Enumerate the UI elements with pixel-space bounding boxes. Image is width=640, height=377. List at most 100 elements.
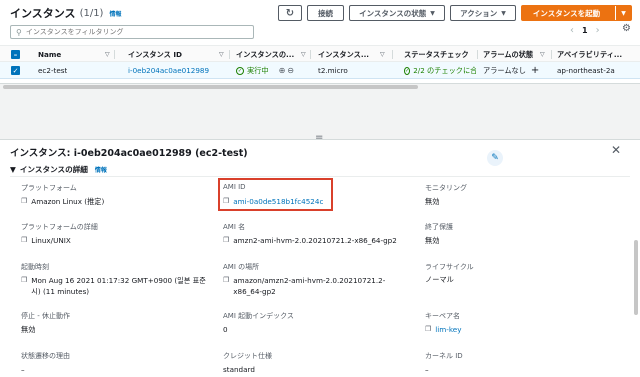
- row-az: ap-northeast-2a: [557, 66, 615, 75]
- next-page-icon[interactable]: ›: [596, 25, 600, 36]
- check-circle-icon: ✓: [404, 66, 411, 75]
- info-link[interactable]: 情報: [95, 165, 107, 174]
- label-state-transition: 状態遷移の理由: [21, 352, 70, 360]
- section-title: インスタンスの詳細: [19, 165, 88, 174]
- info-link[interactable]: 情報: [109, 9, 121, 18]
- title-row: インスタンス (1/1) 情報: [10, 5, 121, 21]
- label-stop-hibernate: 停止 - 休止動作: [21, 312, 70, 320]
- instance-state-button[interactable]: インスタンスの状態 ▼: [349, 5, 445, 21]
- row-status-check: ✓ 2/2 のチェックに合: [404, 62, 476, 79]
- column-header-az[interactable]: アベイラビリティ...: [557, 46, 637, 63]
- column-header-status-check[interactable]: ステータスチェック: [404, 46, 474, 63]
- copy-icon[interactable]: ❐: [21, 197, 27, 205]
- value-kernel-id: –: [425, 365, 429, 374]
- label-ami-launch-index: AMI 起動インデックス: [223, 312, 294, 320]
- row-name[interactable]: ec2-test: [38, 62, 67, 79]
- add-alarm-icon[interactable]: +: [531, 65, 539, 76]
- label-ami-location: AMI の場所: [223, 263, 260, 271]
- launch-dropdown-caret-icon[interactable]: ▼: [615, 6, 631, 20]
- instance-detail-panel: インスタンス: i-0eb204ac0ae012989 (ec2-test) ✕…: [0, 139, 640, 377]
- label-kernel-id: カーネル ID: [425, 352, 463, 360]
- sort-icon[interactable]: ▽: [219, 46, 224, 63]
- instance-state-label: インスタンスの状態: [359, 8, 427, 18]
- value-key-pair: ❐ lim-key: [425, 325, 461, 334]
- zoom-out-icon[interactable]: ⊖: [287, 66, 294, 75]
- sort-icon[interactable]: ▽: [540, 46, 545, 63]
- caret-down-icon: ▼: [501, 9, 506, 17]
- page-title: インスタンス: [10, 7, 76, 20]
- ami-id-highlight: [218, 178, 333, 211]
- value-text: Linux/UNIX: [31, 236, 71, 245]
- gear-icon[interactable]: ⚙: [622, 23, 631, 34]
- row-alarm-label: アラームなし: [483, 65, 526, 75]
- checkmark-icon: ✓: [11, 66, 20, 75]
- value-launch-time: ❐ Mon Aug 16 2021 01:17:32 GMT+0900 (일본 표…: [21, 275, 206, 297]
- scrollbar-thumb[interactable]: [634, 240, 638, 315]
- search-input[interactable]: [25, 28, 246, 36]
- column-header-alarm[interactable]: アラームの状態: [483, 46, 545, 63]
- label-lifecycle: ライフサイクル: [425, 263, 474, 271]
- row-state: ✓ 実行中 ⊕ ⊖: [236, 62, 294, 79]
- section-instance-details[interactable]: ▼ インスタンスの詳細 情報: [10, 164, 107, 175]
- value-platform: ❐ Amazon Linux (推定): [21, 197, 104, 207]
- refresh-button[interactable]: ↻: [278, 5, 302, 21]
- scrollbar-thumb[interactable]: [3, 85, 418, 89]
- close-icon[interactable]: ✕: [611, 143, 621, 157]
- zoom-in-icon[interactable]: ⊕: [279, 66, 286, 75]
- select-all-checkbox[interactable]: –: [11, 46, 20, 63]
- search-box[interactable]: ⚲: [10, 25, 254, 39]
- table-header: – Name ▽ インスタンス ID ▽ インスタンスの... ▽ インスタンス…: [0, 45, 640, 62]
- vertical-scrollbar[interactable]: [633, 170, 639, 377]
- current-page[interactable]: 1: [582, 26, 588, 35]
- value-ami-name: ❐ amzn2-ami-hvm-2.0.20210721.2-x86_64-gp2: [223, 236, 397, 245]
- row-type: t2.micro: [318, 66, 348, 75]
- pagination: ‹ 1 ›: [570, 25, 600, 36]
- prev-page-icon[interactable]: ‹: [570, 25, 574, 36]
- row-instance-id[interactable]: i-0eb204ac0ae012989: [128, 62, 209, 79]
- value-termination-protection: 無効: [425, 236, 440, 245]
- actions-button[interactable]: アクション ▼: [450, 5, 516, 21]
- row-checkbox[interactable]: ✓: [11, 62, 20, 79]
- sort-icon[interactable]: ▽: [380, 46, 385, 63]
- row-alarm: アラームなし +: [483, 62, 539, 79]
- value-credit-spec: standard: [223, 365, 255, 374]
- column-header-instance-state[interactable]: インスタンスの...: [236, 46, 300, 63]
- copy-icon[interactable]: ❐: [21, 275, 27, 286]
- edit-pencil-icon[interactable]: ✎: [487, 150, 503, 166]
- launch-instance-button[interactable]: インスタンスを起動 ▼: [521, 5, 632, 21]
- copy-icon[interactable]: ❐: [21, 236, 27, 244]
- value-ami-launch-index: 0: [223, 325, 228, 334]
- launch-label: インスタンスを起動: [532, 8, 601, 18]
- table-row[interactable]: ✓ ec2-test i-0eb204ac0ae012989 ✓ 実行中 ⊕ ⊖…: [0, 62, 640, 79]
- value-text: amzn2-ami-hvm-2.0.20210721.2-x86_64-gp2: [233, 236, 397, 245]
- horizontal-scrollbar[interactable]: [0, 84, 640, 90]
- label-monitoring: モニタリング: [425, 184, 467, 192]
- value-text: amazon/amzn2-ami-hvm-2.0.20210721.2-x86_…: [233, 276, 386, 296]
- key-pair-link[interactable]: lim-key: [435, 325, 461, 334]
- sort-icon[interactable]: ▽: [301, 46, 306, 63]
- actions-label: アクション: [460, 8, 498, 18]
- checkbox-minus-icon: –: [11, 50, 20, 59]
- value-text: Mon Aug 16 2021 01:17:32 GMT+0900 (일본 표준…: [31, 276, 206, 296]
- detail-title: インスタンス: i-0eb204ac0ae012989 (ec2-test): [10, 148, 248, 159]
- chevron-down-icon: ▼: [10, 165, 16, 174]
- value-state-transition: –: [21, 365, 25, 374]
- label-launch-time: 起動時刻: [21, 263, 49, 271]
- copy-icon[interactable]: ❐: [223, 275, 229, 286]
- value-stop-hibernate: 無効: [21, 325, 36, 334]
- check-circle-icon: ✓: [236, 66, 244, 75]
- copy-icon[interactable]: ❐: [223, 236, 229, 244]
- label-platform: プラットフォーム: [21, 184, 77, 192]
- connect-button[interactable]: 接続: [307, 5, 344, 21]
- copy-icon[interactable]: ❐: [425, 325, 431, 333]
- column-header-instance-type[interactable]: インスタンス...: [318, 46, 378, 63]
- refresh-icon: ↻: [285, 7, 295, 19]
- sort-icon[interactable]: ▽: [105, 46, 110, 63]
- column-header-instance-id[interactable]: インスタンス ID: [128, 46, 218, 63]
- column-header-name[interactable]: Name: [38, 46, 98, 63]
- caret-down-icon: ▼: [430, 9, 435, 17]
- value-text: Amazon Linux (推定): [31, 197, 105, 206]
- label-termination-protection: 終了保護: [425, 223, 453, 231]
- instance-count: (1/1): [79, 7, 104, 19]
- label-platform-details: プラットフォームの詳細: [21, 223, 98, 231]
